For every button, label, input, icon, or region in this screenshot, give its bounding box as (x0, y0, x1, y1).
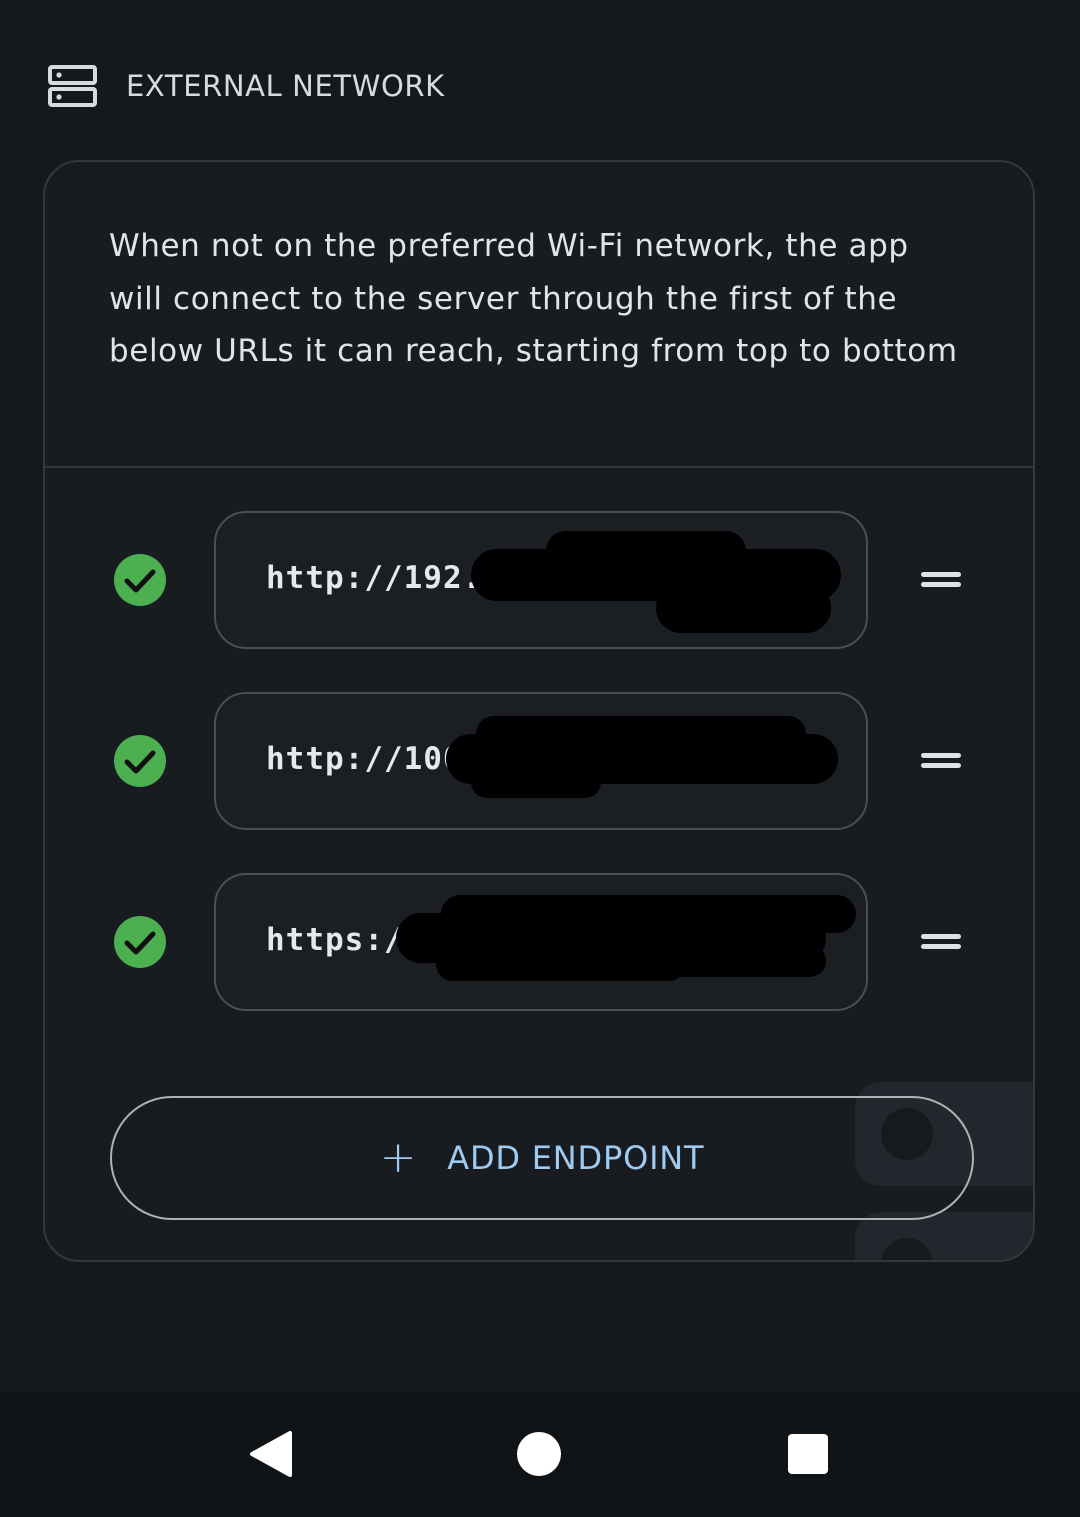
drag-handle-icon[interactable] (917, 567, 965, 593)
check-circle-icon (114, 916, 166, 968)
card-description: When not on the preferred Wi-Fi network,… (109, 228, 958, 369)
redaction (656, 583, 831, 633)
divider (45, 466, 1033, 468)
plus-icon: + (379, 1132, 418, 1183)
endpoint-url: https:/ (266, 922, 404, 958)
redaction (441, 895, 856, 933)
drag-handle-icon[interactable] (917, 748, 965, 774)
redaction (436, 947, 686, 981)
redaction (476, 716, 806, 752)
check-circle-icon (114, 554, 166, 606)
section-header: EXTERNAL NETWORK (48, 58, 445, 114)
endpoint-url-field[interactable]: http://192. (214, 511, 868, 649)
section-title: EXTERNAL NETWORK (126, 69, 445, 103)
recents-icon[interactable] (783, 1429, 833, 1479)
redaction (666, 945, 826, 977)
redaction (471, 766, 601, 798)
endpoint-row: http://192. (45, 511, 1033, 649)
add-endpoint-button[interactable]: + ADD ENDPOINT (110, 1096, 974, 1220)
add-endpoint-label: ADD ENDPOINT (447, 1139, 705, 1177)
drag-handle-icon[interactable] (917, 929, 965, 955)
endpoint-url: http://100 (266, 741, 463, 777)
endpoint-url-field[interactable]: https:/ (214, 873, 868, 1011)
back-icon[interactable] (246, 1429, 296, 1479)
endpoint-row: https:/ (45, 873, 1033, 1011)
endpoint-url-field[interactable]: http://100 (214, 692, 868, 830)
home-icon[interactable] (514, 1429, 564, 1479)
redaction (546, 531, 746, 571)
endpoint-url: http://192. (266, 560, 483, 596)
check-circle-icon (114, 735, 166, 787)
server-icon (48, 65, 97, 107)
system-navigation-bar (0, 1391, 1080, 1517)
endpoint-row: http://100 (45, 692, 1033, 830)
app-screen: EXTERNAL NETWORK When not on the preferr… (0, 0, 1080, 1517)
endpoints-card: When not on the preferred Wi-Fi network,… (43, 160, 1035, 1262)
